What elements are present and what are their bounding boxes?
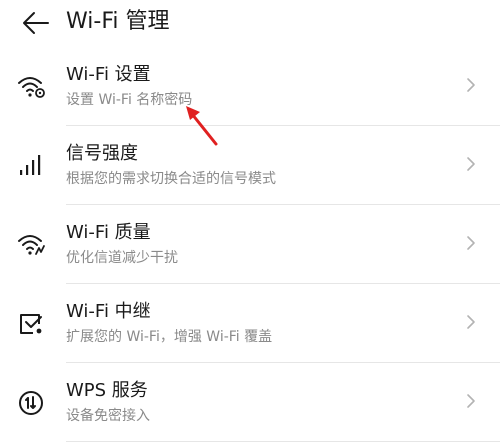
chevron-right-icon bbox=[466, 156, 476, 172]
item-title: Wi-Fi 质量 bbox=[66, 222, 151, 243]
wifi-management-page: Wi-Fi 管理 Wi-Fi 设置 设置 Wi-Fi 名称密码 信号强度 根据您… bbox=[0, 0, 500, 445]
item-subtitle: 优化信道减少干扰 bbox=[66, 250, 178, 266]
wifi-relay-item[interactable]: Wi-Fi 中继 扩展您的 Wi-Fi，增强 Wi-Fi 覆盖 bbox=[0, 284, 500, 363]
back-arrow-icon bbox=[23, 12, 49, 34]
item-subtitle: 设备免密接入 bbox=[66, 408, 150, 424]
item-subtitle: 设置 Wi-Fi 名称密码 bbox=[66, 92, 193, 108]
chevron-right-icon bbox=[466, 77, 476, 93]
wifi-settings-item[interactable]: Wi-Fi 设置 设置 Wi-Fi 名称密码 bbox=[0, 47, 500, 126]
settings-list: Wi-Fi 设置 设置 Wi-Fi 名称密码 信号强度 根据您的需求切换合适的信… bbox=[0, 47, 500, 442]
divider bbox=[66, 441, 500, 442]
item-title: 信号强度 bbox=[66, 143, 138, 164]
wifi-quality-icon bbox=[17, 231, 47, 259]
signal-strength-item[interactable]: 信号强度 根据您的需求切换合适的信号模式 bbox=[0, 126, 500, 205]
item-title: Wi-Fi 设置 bbox=[66, 64, 151, 85]
back-button[interactable] bbox=[21, 10, 51, 36]
item-subtitle: 根据您的需求切换合适的信号模式 bbox=[66, 171, 276, 187]
chevron-right-icon bbox=[466, 393, 476, 409]
wps-service-item[interactable]: WPS 服务 设备免密接入 bbox=[0, 363, 500, 442]
chevron-right-icon bbox=[466, 314, 476, 330]
chevron-right-icon bbox=[466, 235, 476, 251]
signal-strength-icon bbox=[17, 152, 47, 180]
item-subtitle: 扩展您的 Wi-Fi，增强 Wi-Fi 覆盖 bbox=[66, 329, 273, 345]
item-title: WPS 服务 bbox=[66, 380, 148, 401]
item-title: Wi-Fi 中继 bbox=[66, 301, 151, 322]
wifi-settings-icon bbox=[17, 73, 47, 101]
wifi-quality-item[interactable]: Wi-Fi 质量 优化信道减少干扰 bbox=[0, 205, 500, 284]
wifi-relay-icon bbox=[17, 310, 47, 338]
wps-icon bbox=[17, 389, 47, 417]
page-title: Wi-Fi 管理 bbox=[66, 9, 170, 34]
header: Wi-Fi 管理 bbox=[0, 0, 500, 46]
